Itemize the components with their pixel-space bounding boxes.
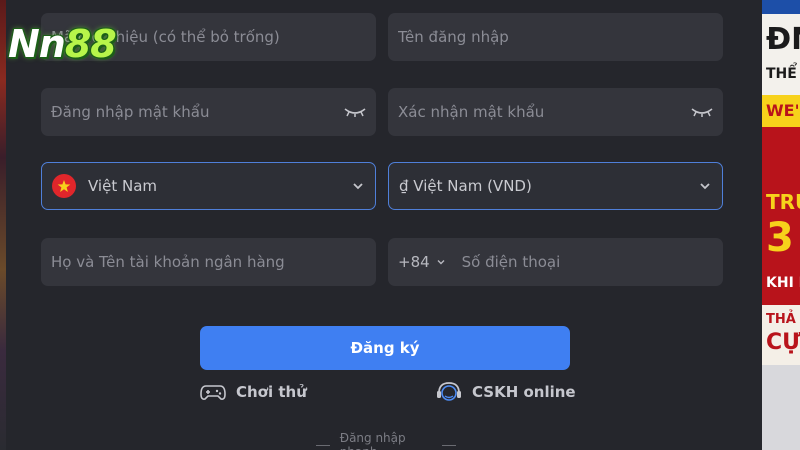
eye-closed-icon[interactable] [691, 105, 713, 119]
customer-support-label: CSKH online [472, 383, 576, 401]
headset-icon [437, 382, 461, 401]
confirm-password-field[interactable]: Xác nhận mật khẩu [388, 88, 723, 136]
country-select[interactable]: Việt Nam [41, 162, 376, 210]
register-button[interactable]: Đăng ký [200, 326, 570, 370]
phone-prefix-value: +84 [398, 253, 430, 271]
confirm-password-placeholder: Xác nhận mật khẩu [398, 103, 545, 121]
eye-closed-icon[interactable] [344, 105, 366, 119]
country-value: Việt Nam [88, 177, 158, 195]
trial-play-label: Chơi thử [236, 383, 307, 401]
vietnam-flag-icon [52, 174, 76, 198]
quick-login-label: Đăng nhập nhanh [339, 431, 406, 450]
registration-panel: Nn88 Mã giới thiệu (có thể bỏ trống) Tên… [6, 0, 762, 450]
quick-login-divider: Đăng nhập nhanh [306, 431, 466, 450]
register-button-label: Đăng ký [350, 339, 420, 357]
username-field[interactable]: Tên đăng nhập [388, 13, 723, 61]
phone-placeholder: Số điện thoại [461, 253, 561, 271]
bank-account-name-placeholder: Họ và Tên tài khoản ngân hàng [51, 253, 285, 271]
chevron-down-icon [700, 183, 710, 190]
trial-play-link[interactable]: Chơi thử [200, 380, 307, 404]
password-field[interactable]: Đăng nhập mật khẩu [41, 88, 376, 136]
password-placeholder: Đăng nhập mật khẩu [51, 103, 210, 121]
username-placeholder: Tên đăng nhập [398, 28, 509, 46]
background-right-banner: ĐN THỂ WE' TRU 3 KHI B THẢ C CỰC [762, 0, 800, 450]
gamepad-icon [200, 385, 226, 400]
currency-select[interactable]: ₫ Việt Nam (VND) [388, 162, 723, 210]
phone-field[interactable]: +84 Số điện thoại [388, 238, 723, 286]
chevron-down-icon [353, 183, 363, 190]
customer-support-link[interactable]: CSKH online [436, 380, 576, 404]
currency-value: ₫ Việt Nam (VND) [399, 177, 532, 195]
chevron-down-icon [437, 260, 445, 265]
phone-prefix-select[interactable]: +84 [398, 253, 446, 271]
bank-account-name-field[interactable]: Họ và Tên tài khoản ngân hàng [41, 238, 376, 286]
brand-logo: Nn88 [8, 22, 117, 66]
